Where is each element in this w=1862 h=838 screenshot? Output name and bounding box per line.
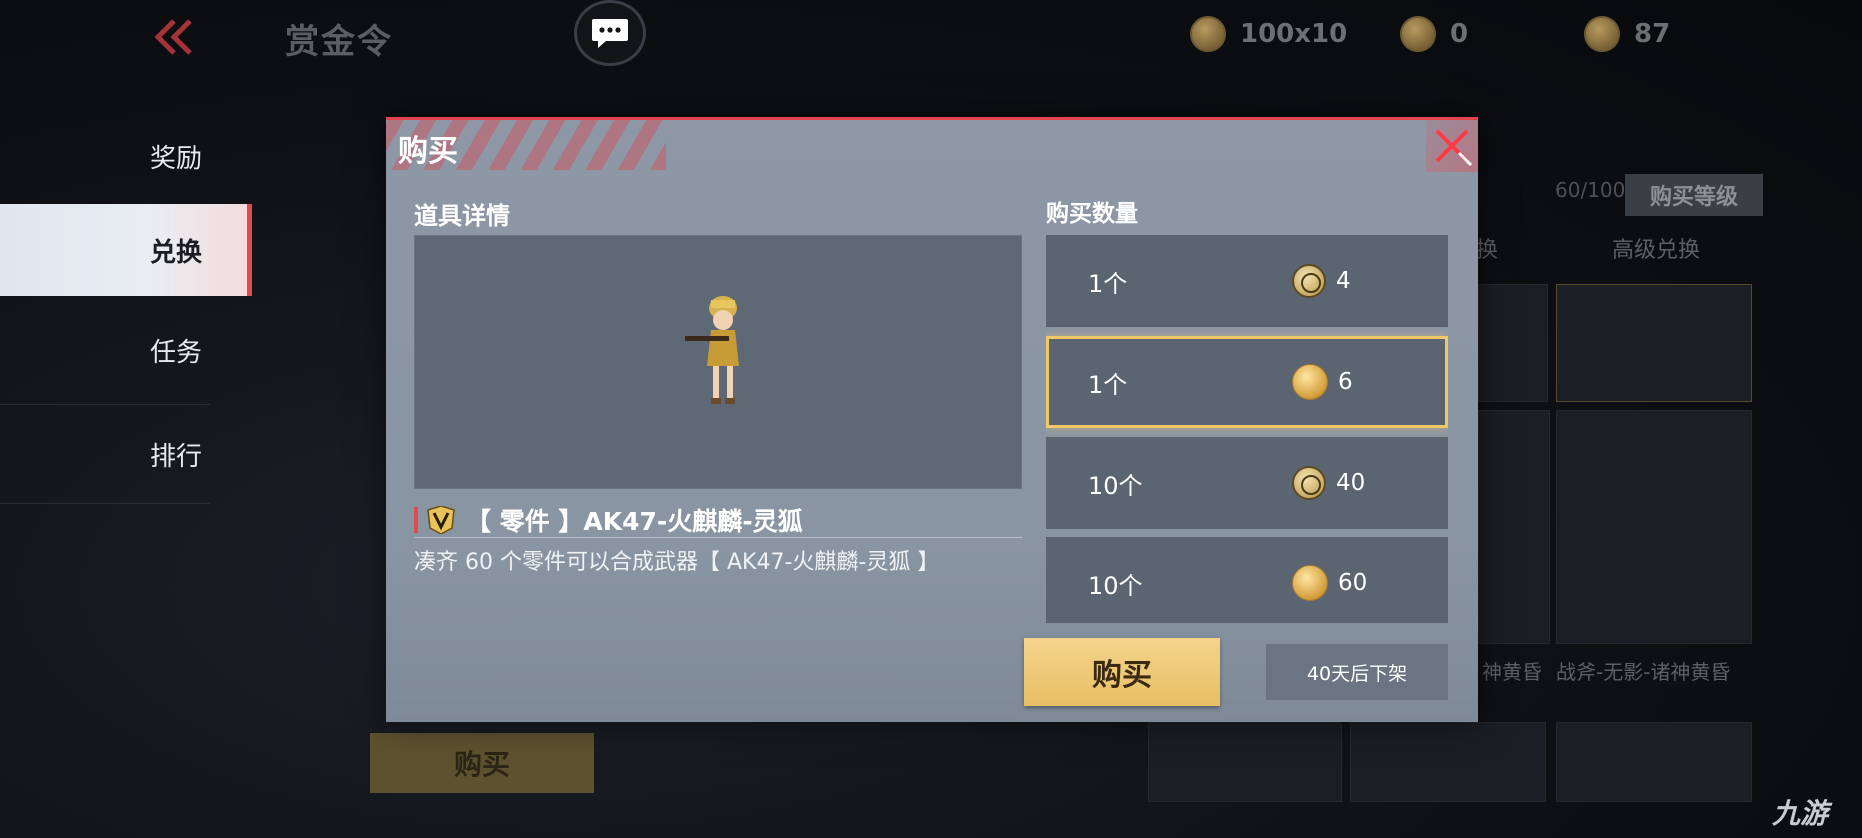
chat-button[interactable]: [574, 0, 646, 66]
back-button[interactable]: [150, 12, 200, 62]
currency-gold: 87: [1584, 16, 1670, 52]
level-progress: 60/100: [1555, 178, 1626, 202]
sidebar-item-exchange[interactable]: 兑换: [0, 204, 252, 296]
watermark: 九游: [1772, 797, 1829, 830]
reward-card[interactable]: [1556, 284, 1752, 402]
option-price: 40: [1292, 466, 1365, 500]
quantity-options: 1个 4 1个 6 10个 40 10个 60: [1046, 235, 1448, 623]
option-price: 4: [1292, 264, 1351, 298]
sidebar-item-label: 任务: [150, 337, 203, 368]
sidebar-item-label: 排行: [150, 441, 203, 472]
price-value: 40: [1336, 470, 1366, 496]
reward-card[interactable]: [1148, 722, 1342, 802]
dialog-title: 购买: [398, 134, 458, 169]
silver-coin-icon: [1292, 466, 1326, 500]
buy-level-button[interactable]: 购买等级: [1625, 174, 1763, 216]
currency-bounty: 100x10: [1190, 16, 1347, 52]
reward-name: 战斧-无影-诸神黄昏: [1556, 660, 1731, 684]
currency-silver: 0: [1400, 16, 1468, 52]
price-value: 4: [1336, 268, 1351, 294]
reward-card[interactable]: [1350, 722, 1546, 802]
sidebar-item-label: 兑换: [150, 237, 203, 268]
quantity-label: 购买数量: [1046, 201, 1138, 227]
currency-value: 87: [1634, 19, 1671, 49]
sidebar-item-rewards[interactable]: 奖励: [0, 108, 252, 204]
reward-card[interactable]: [1478, 410, 1550, 644]
gold-coin-icon: [1292, 364, 1328, 400]
delist-countdown: 40天后下架: [1266, 644, 1448, 700]
quantity-option[interactable]: 10个 60: [1046, 537, 1448, 623]
silver-coin-icon: [1292, 264, 1326, 298]
option-price: 6: [1292, 364, 1353, 400]
sidebar: 奖励 兑换 任务 排行: [0, 108, 252, 504]
tab-exchange[interactable]: 换: [1476, 232, 1498, 264]
rank-v-badge-icon: [427, 505, 455, 534]
reward-card[interactable]: [1478, 284, 1548, 402]
item-description: 凑齐 60 个零件可以合成武器【 AK47-火麒麟-灵狐 】: [414, 550, 940, 575]
quantity-option[interactable]: 10个 40: [1046, 437, 1448, 529]
sidebar-item-label: 奖励: [150, 143, 203, 174]
item-name-row: 【 零件 】AK47-火麒麟-灵狐: [414, 502, 1022, 538]
option-price: 60: [1292, 565, 1367, 601]
purchase-dialog: 购买 道具详情 购买数量 【 零件 】AK47-火麒麟-灵狐 凑齐 60 个零件…: [386, 117, 1478, 722]
quantity-option-selected[interactable]: 1个 6: [1046, 336, 1448, 428]
sidebar-item-ranking[interactable]: 排行: [0, 405, 252, 503]
bounty-token-icon: [1190, 16, 1226, 52]
currency-value: 0: [1450, 19, 1469, 49]
reward-name: 神黄昏: [1482, 660, 1542, 684]
double-chevron-left-icon: [154, 19, 192, 55]
close-icon: [1435, 129, 1473, 167]
page-title: 赏金令: [285, 22, 393, 62]
silver-coin-icon: [1400, 16, 1436, 52]
item-preview: [414, 235, 1022, 489]
item-detail-label: 道具详情: [414, 202, 510, 230]
background-buy-button[interactable]: 购买: [370, 733, 594, 793]
item-name: 【 零件 】AK47-火麒麟-灵狐: [466, 506, 803, 536]
gold-coin-icon: [1292, 565, 1328, 601]
gold-coin-icon: [1584, 16, 1620, 52]
tab-advanced-exchange[interactable]: 高级兑换: [1612, 232, 1700, 264]
option-quantity: 10个: [1088, 571, 1143, 600]
price-value: 6: [1338, 369, 1353, 395]
currency-value: 100x10: [1240, 19, 1348, 49]
top-bar: 赏金令 100x10 0 87: [0, 0, 1862, 70]
accent-bar: [414, 506, 418, 533]
option-quantity: 1个: [1088, 269, 1128, 298]
chat-bubble-icon: [592, 19, 628, 48]
character-figure-icon: [685, 296, 739, 404]
reward-card[interactable]: [1556, 410, 1752, 644]
close-button[interactable]: [1426, 120, 1478, 172]
reward-card[interactable]: [1556, 722, 1752, 802]
buy-button[interactable]: 购买: [1024, 638, 1220, 706]
quantity-option[interactable]: 1个 4: [1046, 235, 1448, 327]
option-quantity: 1个: [1088, 370, 1128, 399]
option-quantity: 10个: [1088, 471, 1143, 500]
sidebar-item-tasks[interactable]: 任务: [0, 296, 252, 404]
divider: [0, 503, 210, 504]
price-value: 60: [1338, 570, 1368, 596]
